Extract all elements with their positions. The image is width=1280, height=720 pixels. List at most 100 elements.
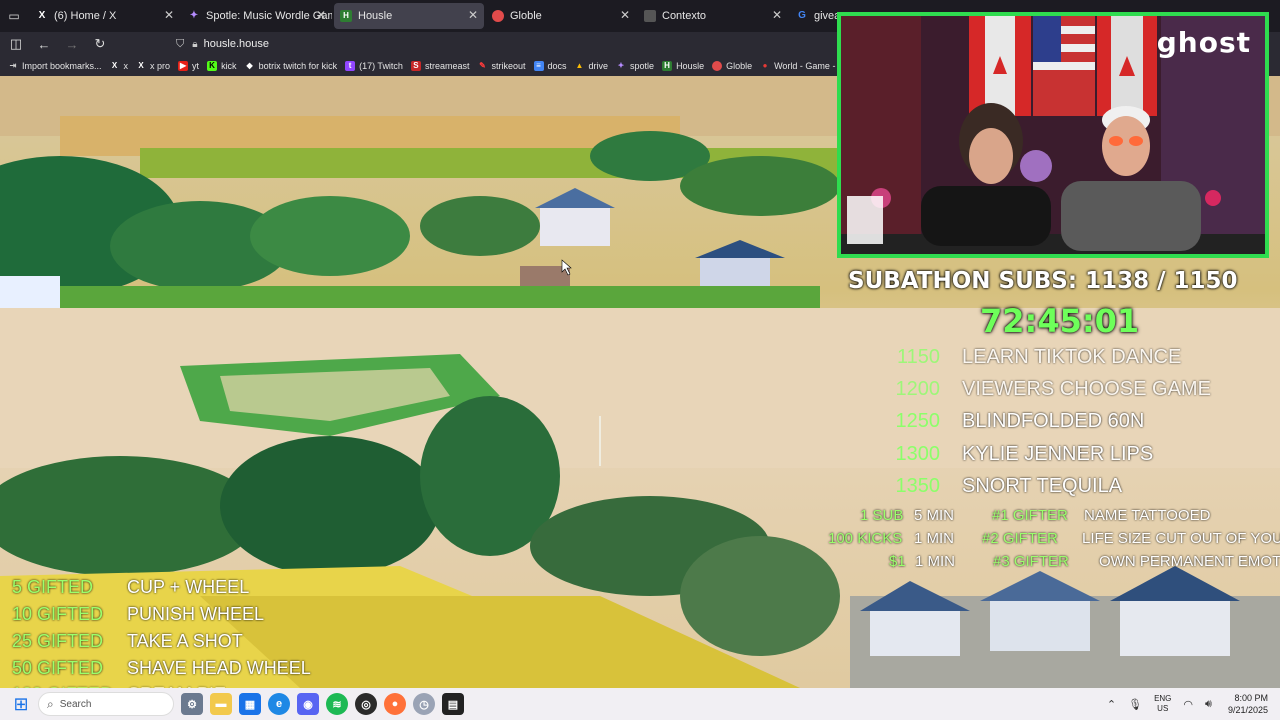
windows-start-icon[interactable]: ⊞ (10, 693, 32, 715)
rate-time: 1 MIN (915, 553, 956, 570)
rate-row: $1 1 MIN #3 GIFTER OWN PERMANENT EMOTE (889, 553, 1280, 570)
bookmark-streameast[interactable]: Sstreameast (410, 61, 469, 71)
tab-globle[interactable]: Globle ✕ (486, 3, 636, 29)
volume-icon[interactable]: 🔊︎ (1205, 698, 1212, 711)
clock[interactable]: 8:00 PM 9/21/2025 (1228, 692, 1268, 716)
close-icon[interactable]: ✕ (316, 8, 326, 22)
globle-icon (712, 61, 723, 71)
goal-row: 1350 SNORT TEQUILA (870, 475, 1123, 498)
bookmark-botrix[interactable]: ◆ botrix twitch for kick (245, 61, 337, 71)
address-bar[interactable]: ⛉ 🔒︎ housle.house (176, 34, 826, 54)
clock-app-icon[interactable]: ◷ (413, 693, 435, 715)
tab-contexto[interactable]: Contexto ✕ (638, 3, 788, 29)
bookmark-x[interactable]: Xx (110, 61, 128, 71)
reload-icon[interactable]: ↻ (88, 32, 112, 56)
gifted-reward: TAKE A SHOT (127, 631, 243, 651)
rate-time: 1 MIN (914, 530, 955, 547)
settings-icon[interactable]: ⚙ (181, 693, 203, 715)
store-icon[interactable]: ▦ (239, 693, 261, 715)
gifted-row: 10 GIFTED PUNISH WHEEL (12, 604, 264, 625)
gifted-count: 50 GIFTED (12, 658, 104, 678)
windows-taskbar: ⊞ ⌕ Search ⚙ ▬ ▦ e ◉ ≋ ◎ ● ◷ ▤ ⌃ 🎙︎ ENG … (0, 688, 1280, 720)
kick-icon: K (207, 61, 218, 71)
bookmark-import[interactable]: ⇥ Import bookmarks... (8, 61, 102, 71)
wifi-icon[interactable]: ◠ (1183, 698, 1193, 711)
gifter-rank: #2 GIFTER (982, 530, 1058, 547)
bookmark-strikeout[interactable]: ✎ strikeout (477, 61, 525, 71)
lock-icon[interactable]: 🔒︎ (192, 39, 197, 50)
chevron-up-icon[interactable]: ⌃ (1107, 698, 1116, 711)
gifter-reward: NAME TATTOOED (1084, 507, 1211, 524)
goal-text: LEARN TIKTOK DANCE (962, 346, 1182, 368)
tab-label: (6) Home / X (54, 10, 117, 22)
rate-row: 1 SUB 5 MIN #1 GIFTER NAME TATTOOED (860, 507, 1220, 524)
close-icon[interactable]: ✕ (164, 8, 174, 22)
close-icon[interactable]: ✕ (620, 8, 630, 22)
goal-number: 1350 (895, 475, 941, 497)
gifted-count: 5 GIFTED (12, 577, 94, 597)
spotify-icon[interactable]: ≋ (326, 693, 348, 715)
spotle-icon: ✦ (189, 10, 199, 21)
close-icon[interactable]: ✕ (772, 8, 782, 22)
close-icon[interactable]: ✕ (468, 8, 478, 22)
twitch-icon: t (345, 61, 356, 71)
gifted-row: 5 GIFTED CUP + WHEEL (12, 577, 249, 598)
obs-icon[interactable]: ◎ (355, 693, 377, 715)
tab-label: Housle (358, 10, 393, 22)
rate-unit: 1 SUB (860, 507, 904, 524)
language-indicator[interactable]: ENG US (1154, 694, 1171, 714)
gifter-reward: LIFE SIZE CUT OUT OF YOU (1082, 530, 1280, 547)
search-icon: ⌕ (47, 696, 54, 711)
x-icon: X (138, 61, 144, 70)
discord-icon[interactable]: ◉ (297, 693, 319, 715)
bookmark-drive[interactable]: ▲ drive (575, 61, 608, 71)
goal-text: VIEWERS CHOOSE GAME (962, 378, 1211, 400)
calculator-icon[interactable]: ▤ (442, 693, 464, 715)
bookmark-spotle[interactable]: ✦ spotle (616, 61, 654, 71)
firefox-icon[interactable]: ● (384, 693, 406, 715)
rate-time: 5 MIN (914, 507, 955, 524)
tab-housle[interactable]: H Housle ✕ (334, 3, 484, 29)
x-icon: X (111, 61, 118, 70)
subathon-timer: 72:45:01 (980, 302, 1140, 340)
edge-icon[interactable]: e (268, 693, 290, 715)
gifted-row: 25 GIFTED TAKE A SHOT (12, 631, 243, 652)
gifted-row: 50 GIFTED SHAVE HEAD WHEEL (12, 658, 311, 679)
goal-number: 1300 (895, 443, 941, 465)
tab-home-x[interactable]: X (6) Home / X ✕ (30, 3, 180, 29)
url-text[interactable]: housle.house (204, 38, 269, 50)
google-icon: G (798, 10, 806, 21)
tab-giveaway[interactable]: G giveaway (790, 3, 840, 29)
tab-list-icon[interactable]: ▭ (0, 2, 28, 30)
bookmark-globle[interactable]: Globle (712, 61, 752, 71)
goal-text: SNORT TEQUILA (962, 475, 1123, 497)
bookmark-housle[interactable]: H Housle (662, 61, 704, 71)
botrix-icon: ◆ (246, 61, 253, 70)
gifted-reward: PUNISH WHEEL (127, 604, 265, 624)
taskbar-search[interactable]: ⌕ Search (38, 692, 174, 716)
file-explorer-icon[interactable]: ▬ (210, 693, 232, 715)
gifted-reward: SHAVE HEAD WHEEL (127, 658, 311, 678)
webcam-overlay: ghost (837, 12, 1269, 258)
bookmark-docs[interactable]: ≡ docs (533, 61, 567, 71)
tab-label: Globle (510, 10, 542, 22)
bookmark-kick[interactable]: Kkick (207, 61, 237, 71)
bookmark-x-pro[interactable]: Xx pro (136, 61, 170, 71)
microphone-icon[interactable]: 🎙︎ (1128, 698, 1142, 711)
sidebar-icon[interactable]: ◫ (4, 32, 28, 56)
gifted-count: 10 GIFTED (12, 604, 104, 624)
gifter-rank: #3 GIFTER (993, 553, 1069, 570)
forward-icon[interactable]: → (60, 32, 84, 56)
import-icon: ⇥ (9, 61, 17, 70)
rate-unit: 100 KICKS (828, 530, 903, 547)
geoguessr-icon: ● (762, 61, 768, 70)
x-icon: X (38, 10, 46, 21)
bookmark-yt[interactable]: ▶ yt (178, 61, 199, 71)
shield-icon[interactable]: ⛉ (176, 38, 184, 51)
goal-number: 1200 (895, 378, 941, 400)
strikeout-icon: ✎ (479, 61, 486, 70)
bookmark-twitch[interactable]: t (17) Twitch (345, 61, 403, 71)
goal-number: 1150 (896, 346, 940, 368)
tab-spotle[interactable]: ✦ Spotle: Music Wordle Game ✕ (182, 3, 332, 29)
back-icon[interactable]: ← (32, 32, 56, 56)
